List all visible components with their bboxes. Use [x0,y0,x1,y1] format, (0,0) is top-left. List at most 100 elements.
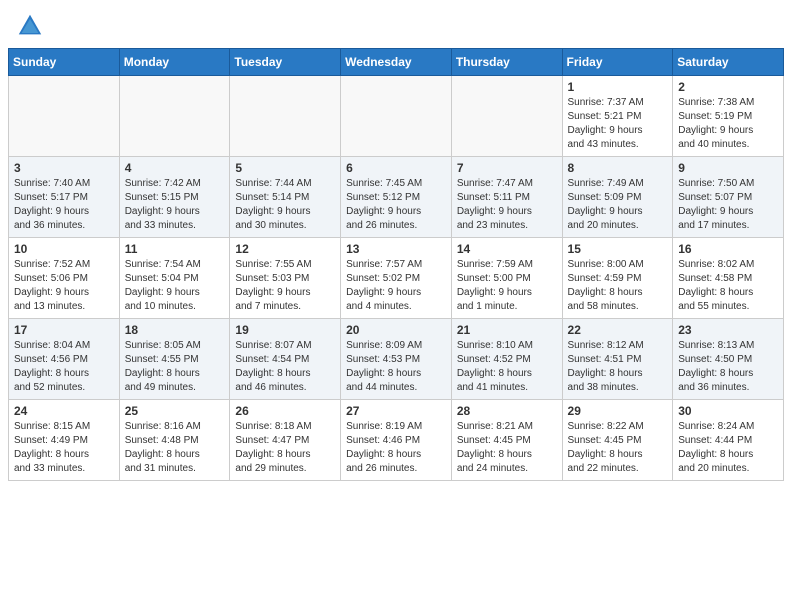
day-info: Sunrise: 7:44 AM Sunset: 5:14 PM Dayligh… [235,177,335,233]
weekday-header-row: SundayMondayTuesdayWednesdayThursdayFrid… [9,49,784,76]
day-number: 15 [568,242,668,256]
day-number: 12 [235,242,335,256]
calendar-cell: 11 Sunrise: 7:54 AM Sunset: 5:04 PM Dayli… [119,238,230,319]
day-number: 6 [346,161,446,175]
day-info: Sunrise: 7:50 AM Sunset: 5:07 PM Dayligh… [678,177,778,233]
calendar-cell: 27Sunrise: 8:19 AM Sunset: 4:46 PM Dayli… [341,400,452,481]
day-number: 7 [457,161,557,175]
day-info: Sunrise: 7:55 AM Sunset: 5:03 PM Dayligh… [235,258,335,314]
calendar-cell: 12 Sunrise: 7:55 AM Sunset: 5:03 PM Dayli… [230,238,341,319]
day-number: 3 [14,161,114,175]
calendar-cell: 18 Sunrise: 8:05 AM Sunset: 4:55 PM Dayli… [119,319,230,400]
day-number: 14 [457,242,557,256]
day-info: Sunrise: 8:22 AM Sunset: 4:45 PM Dayligh… [568,420,668,476]
day-info: Sunrise: 7:42 AM Sunset: 5:15 PM Dayligh… [125,177,225,233]
calendar-cell: 16 Sunrise: 8:02 AM Sunset: 4:58 PM Dayli… [673,238,784,319]
calendar-cell: 29 Sunrise: 8:22 AM Sunset: 4:45 PM Dayli… [562,400,673,481]
day-number: 17 [14,323,114,337]
weekday-header-friday: Friday [562,49,673,76]
day-number: 16 [678,242,778,256]
day-info: Sunrise: 7:49 AM Sunset: 5:09 PM Dayligh… [568,177,668,233]
week-row-1: 1 Sunrise: 7:37 AM Sunset: 5:21 PM Daylig… [9,76,784,157]
weekday-header-sunday: Sunday [9,49,120,76]
day-number: 18 [125,323,225,337]
weekday-header-tuesday: Tuesday [230,49,341,76]
day-number: 30 [678,404,778,418]
calendar-cell: 25 Sunrise: 8:16 AM Sunset: 4:48 PM Dayli… [119,400,230,481]
calendar-cell: 5 Sunrise: 7:44 AM Sunset: 5:14 PM Daylig… [230,157,341,238]
logo [16,12,48,40]
day-number: 26 [235,404,335,418]
weekday-header-thursday: Thursday [451,49,562,76]
day-number: 9 [678,161,778,175]
calendar-cell: 21 Sunrise: 8:10 AM Sunset: 4:52 PM Dayli… [451,319,562,400]
day-info: Sunrise: 7:57 AM Sunset: 5:02 PM Dayligh… [346,258,446,314]
day-info: Sunrise: 8:10 AM Sunset: 4:52 PM Dayligh… [457,339,557,395]
day-number: 22 [568,323,668,337]
day-info: Sunrise: 7:38 AM Sunset: 5:19 PM Dayligh… [678,96,778,152]
day-number: 1 [568,80,668,94]
day-info: Sunrise: 8:12 AM Sunset: 4:51 PM Dayligh… [568,339,668,395]
day-number: 25 [125,404,225,418]
calendar-cell [119,76,230,157]
day-number: 21 [457,323,557,337]
header [0,0,792,48]
day-info: Sunrise: 7:37 AM Sunset: 5:21 PM Dayligh… [568,96,668,152]
day-number: 20 [346,323,446,337]
calendar-cell: 14Sunrise: 7:59 AM Sunset: 5:00 PM Dayli… [451,238,562,319]
calendar-cell: 10Sunrise: 7:52 AM Sunset: 5:06 PM Dayli… [9,238,120,319]
day-info: Sunrise: 8:15 AM Sunset: 4:49 PM Dayligh… [14,420,114,476]
day-info: Sunrise: 7:40 AM Sunset: 5:17 PM Dayligh… [14,177,114,233]
day-number: 19 [235,323,335,337]
calendar-cell: 8 Sunrise: 7:49 AM Sunset: 5:09 PM Daylig… [562,157,673,238]
weekday-header-wednesday: Wednesday [341,49,452,76]
day-number: 28 [457,404,557,418]
calendar-cell: 2Sunrise: 7:38 AM Sunset: 5:19 PM Daylig… [673,76,784,157]
day-info: Sunrise: 8:00 AM Sunset: 4:59 PM Dayligh… [568,258,668,314]
week-row-2: 3 Sunrise: 7:40 AM Sunset: 5:17 PM Daylig… [9,157,784,238]
day-info: Sunrise: 8:04 AM Sunset: 4:56 PM Dayligh… [14,339,114,395]
calendar-cell [230,76,341,157]
calendar-cell: 9 Sunrise: 7:50 AM Sunset: 5:07 PM Daylig… [673,157,784,238]
day-number: 10 [14,242,114,256]
calendar-cell: 13 Sunrise: 7:57 AM Sunset: 5:02 PM Dayli… [341,238,452,319]
day-info: Sunrise: 8:24 AM Sunset: 4:44 PM Dayligh… [678,420,778,476]
week-row-5: 24Sunrise: 8:15 AM Sunset: 4:49 PM Dayli… [9,400,784,481]
calendar-cell: 23 Sunrise: 8:13 AM Sunset: 4:50 PM Dayli… [673,319,784,400]
logo-icon [16,12,44,40]
day-info: Sunrise: 8:18 AM Sunset: 4:47 PM Dayligh… [235,420,335,476]
day-number: 23 [678,323,778,337]
day-info: Sunrise: 8:16 AM Sunset: 4:48 PM Dayligh… [125,420,225,476]
calendar-table: SundayMondayTuesdayWednesdayThursdayFrid… [8,48,784,481]
week-row-3: 10Sunrise: 7:52 AM Sunset: 5:06 PM Dayli… [9,238,784,319]
calendar-cell: 28 Sunrise: 8:21 AM Sunset: 4:45 PM Dayli… [451,400,562,481]
day-info: Sunrise: 8:19 AM Sunset: 4:46 PM Dayligh… [346,420,446,476]
day-info: Sunrise: 8:02 AM Sunset: 4:58 PM Dayligh… [678,258,778,314]
calendar-cell: 19 Sunrise: 8:07 AM Sunset: 4:54 PM Dayli… [230,319,341,400]
day-info: Sunrise: 8:05 AM Sunset: 4:55 PM Dayligh… [125,339,225,395]
calendar-cell: 17 Sunrise: 8:04 AM Sunset: 4:56 PM Dayli… [9,319,120,400]
day-info: Sunrise: 8:07 AM Sunset: 4:54 PM Dayligh… [235,339,335,395]
day-number: 13 [346,242,446,256]
calendar-cell: 22 Sunrise: 8:12 AM Sunset: 4:51 PM Dayli… [562,319,673,400]
calendar-cell [451,76,562,157]
day-info: Sunrise: 8:21 AM Sunset: 4:45 PM Dayligh… [457,420,557,476]
week-row-4: 17 Sunrise: 8:04 AM Sunset: 4:56 PM Dayli… [9,319,784,400]
calendar-cell [341,76,452,157]
day-number: 11 [125,242,225,256]
day-info: Sunrise: 7:45 AM Sunset: 5:12 PM Dayligh… [346,177,446,233]
calendar-cell: 30 Sunrise: 8:24 AM Sunset: 4:44 PM Dayli… [673,400,784,481]
day-number: 8 [568,161,668,175]
day-number: 5 [235,161,335,175]
day-info: Sunrise: 7:54 AM Sunset: 5:04 PM Dayligh… [125,258,225,314]
day-number: 4 [125,161,225,175]
weekday-header-monday: Monday [119,49,230,76]
calendar-cell: 24Sunrise: 8:15 AM Sunset: 4:49 PM Dayli… [9,400,120,481]
calendar-cell: 3 Sunrise: 7:40 AM Sunset: 5:17 PM Daylig… [9,157,120,238]
calendar-cell: 4 Sunrise: 7:42 AM Sunset: 5:15 PM Daylig… [119,157,230,238]
calendar-cell: 20Sunrise: 8:09 AM Sunset: 4:53 PM Dayli… [341,319,452,400]
day-info: Sunrise: 8:13 AM Sunset: 4:50 PM Dayligh… [678,339,778,395]
day-info: Sunrise: 7:47 AM Sunset: 5:11 PM Dayligh… [457,177,557,233]
day-number: 29 [568,404,668,418]
calendar-cell: 6 Sunrise: 7:45 AM Sunset: 5:12 PM Daylig… [341,157,452,238]
